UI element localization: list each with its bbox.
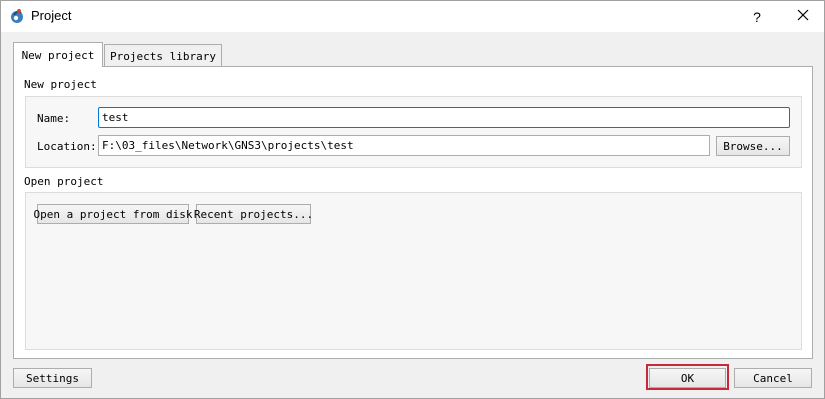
cancel-label: Cancel (753, 371, 793, 385)
settings-label: Settings (26, 371, 79, 385)
settings-button[interactable]: Settings (13, 368, 92, 388)
name-label: Name: (37, 112, 71, 125)
tab-new-project[interactable]: New project (13, 42, 103, 67)
project-dialog: Project ? New project Projects library N… (0, 0, 825, 399)
new-project-group-title: New project (24, 78, 97, 91)
tab-panel: New project Name: test Location: F:\03_f… (13, 66, 813, 359)
recent-projects-button[interactable]: Recent projects... (193, 204, 314, 224)
window-title: Project (31, 8, 72, 23)
open-from-disk-label: Open a project from disk (33, 207, 193, 221)
tab-projects-library[interactable]: Projects library (104, 44, 222, 67)
location-input[interactable]: F:\03_files\Network\GNS3\projects\test (98, 135, 710, 156)
gns3-app-icon (9, 8, 25, 24)
close-button[interactable] (782, 1, 824, 32)
title-bar: Project ? (1, 1, 824, 32)
close-icon (797, 9, 809, 24)
ok-button-highlight (646, 364, 729, 390)
help-button[interactable]: ? (738, 1, 776, 32)
tab-label: New project (21, 48, 95, 62)
location-label: Location: (37, 140, 97, 153)
open-project-from-disk-button[interactable]: Open a project from disk (34, 204, 192, 224)
browse-label: Browse... (723, 139, 783, 153)
open-project-group-title: Open project (24, 175, 104, 188)
cancel-button[interactable]: Cancel (734, 368, 812, 388)
tab-label: Projects library (110, 49, 216, 63)
new-project-group: Name: test Location: F:\03_files\Network… (25, 96, 802, 168)
open-project-group: Open a project from disk Recent projects… (25, 192, 802, 350)
project-name-input[interactable]: test (98, 107, 790, 128)
browse-button[interactable]: Browse... (716, 136, 790, 156)
recent-projects-label: Recent projects... (193, 207, 314, 221)
